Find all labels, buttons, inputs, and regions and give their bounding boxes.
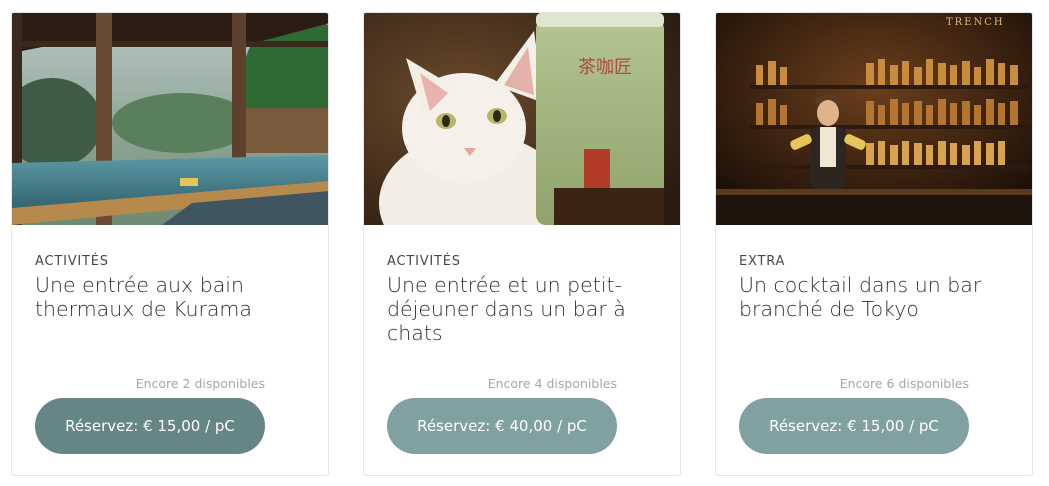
bar-sign-text: TRENCH [946, 17, 1005, 28]
availability-text: Encore 4 disponibles [487, 376, 617, 391]
availability-text: Encore 6 disponibles [839, 376, 969, 391]
activity-card: 茶咖匠 ACTIVITÉS Une entrée et un petit-déj… [363, 12, 681, 476]
card-title: Une entrée aux bain thermaux de Kurama [35, 273, 252, 321]
activity-card: TRENCH EXTRA Un cocktail dans un bar bra… [715, 12, 1033, 476]
card-title: Un cocktail dans un bar branché de Tokyo [739, 273, 982, 321]
activity-card: ACTIVITÉS Une entrée aux bain thermaux d… [11, 12, 329, 476]
cat-cafe-photo: 茶咖匠 [364, 13, 680, 225]
book-button[interactable]: Réservez: € 15,00 / pC [739, 398, 969, 454]
hot-spring-photo [12, 13, 328, 225]
card-category: ACTIVITÉS [387, 254, 461, 269]
card-category: EXTRA [739, 254, 786, 269]
book-button[interactable]: Réservez: € 15,00 / pC [35, 398, 265, 454]
activity-cards-grid: ACTIVITÉS Une entrée aux bain thermaux d… [0, 0, 1049, 486]
cocktail-bar-photo: TRENCH [716, 13, 1032, 225]
book-button[interactable]: Réservez: € 40,00 / pC [387, 398, 617, 454]
availability-text: Encore 2 disponibles [135, 376, 265, 391]
card-title: Une entrée et un petit-déjeuner dans un … [387, 273, 626, 345]
cup-logo-text: 茶咖匠 [578, 57, 632, 78]
card-category: ACTIVITÉS [35, 254, 109, 269]
